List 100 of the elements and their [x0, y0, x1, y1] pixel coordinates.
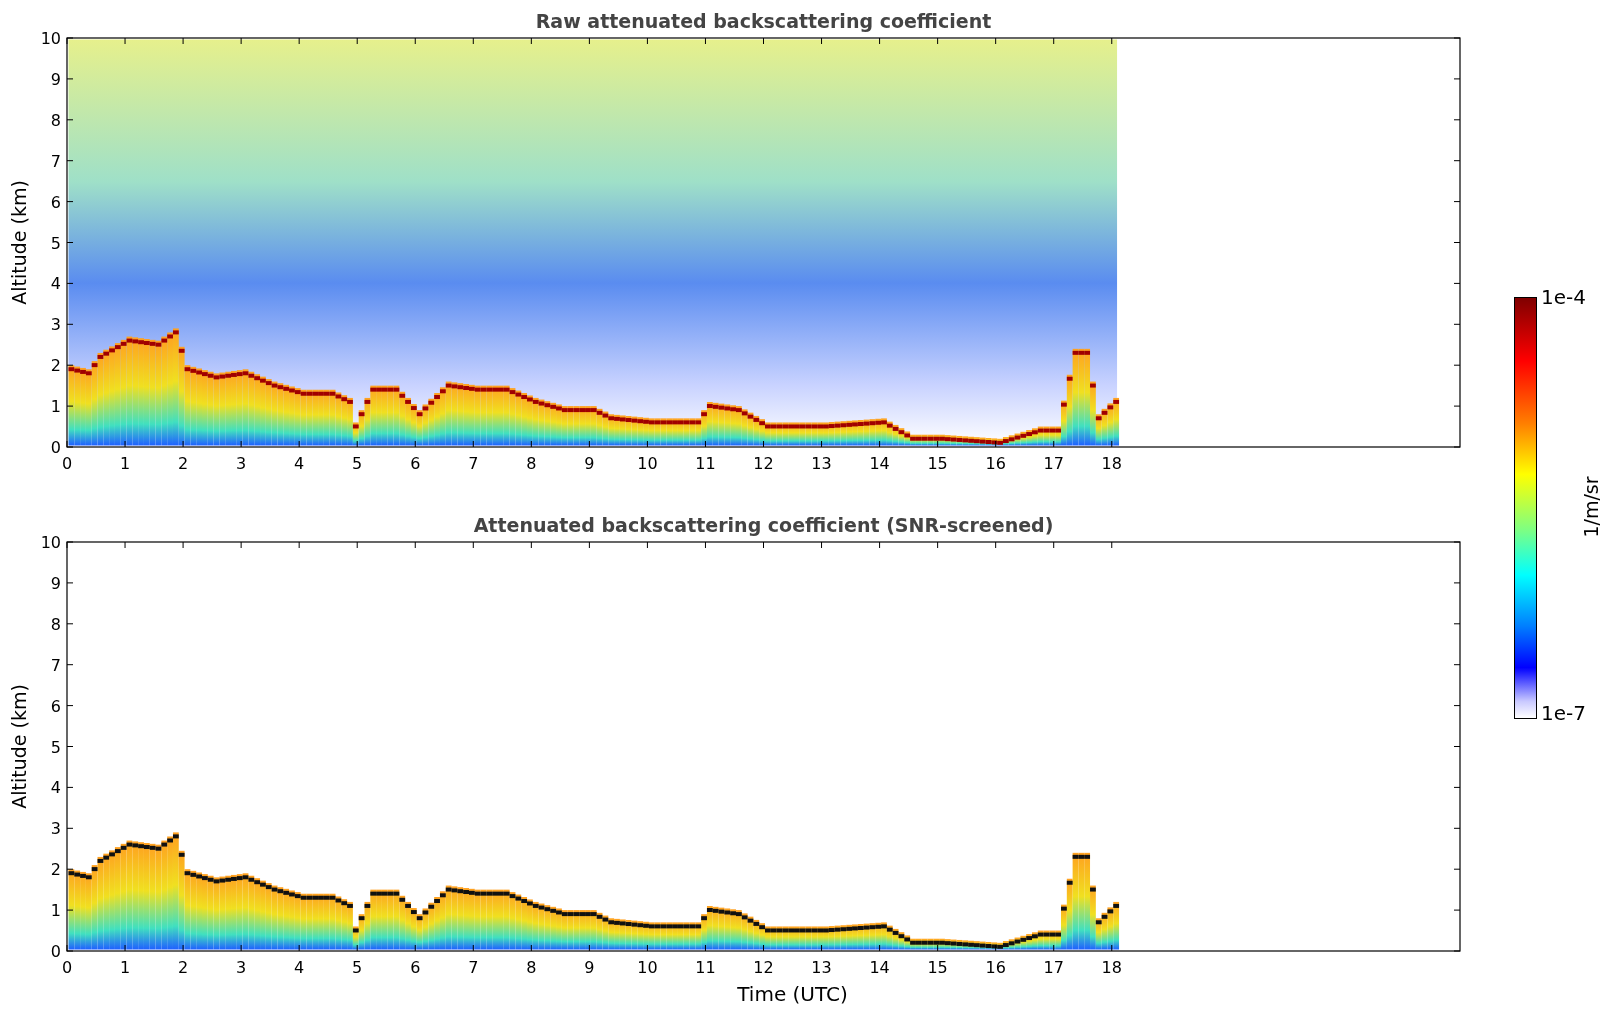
y-tick-label: 10: [40, 29, 61, 48]
y-tick-mark: [1453, 705, 1461, 707]
y-tick-mark: [66, 786, 74, 788]
y-tick-label: 10: [40, 533, 61, 552]
y-tick-mark: [1453, 786, 1461, 788]
y-tick-label: 8: [50, 110, 61, 130]
y-tick-mark: [1453, 623, 1461, 625]
x-tick-label: 10: [637, 454, 658, 473]
x-tick-mark: [182, 944, 184, 952]
x-tick-mark: [414, 541, 416, 549]
x-tick-mark: [995, 541, 997, 549]
colorbar-max-label: 1e-4: [1541, 285, 1586, 309]
chart-title: Attenuated backscattering coefficient (SNR-screened): [473, 514, 1054, 538]
x-tick-label: 12: [753, 454, 774, 473]
x-tick-label: 10: [637, 958, 658, 977]
y-tick-label: 9: [50, 573, 61, 593]
x-tick-label: 6: [410, 454, 421, 473]
y-tick-mark: [1453, 950, 1461, 952]
x-tick-mark: [821, 944, 823, 952]
x-tick-label: 6: [410, 958, 421, 977]
y-tick-label: 4: [50, 274, 61, 294]
x-tick-label: 4: [294, 454, 305, 473]
y-tick-label: 9: [50, 69, 61, 89]
y-tick-mark: [1453, 746, 1461, 747]
x-tick-mark: [240, 944, 242, 952]
x-tick-label: 17: [1043, 454, 1064, 473]
x-tick-mark: [704, 541, 706, 549]
y-tick-label: 6: [50, 192, 61, 212]
x-tick-label: 3: [236, 454, 247, 473]
x-tick-mark: [530, 541, 532, 549]
x-tick-mark: [298, 944, 300, 952]
x-tick-mark: [879, 541, 881, 549]
x-tick-label: 16: [985, 958, 1006, 977]
x-tick-mark: [588, 541, 590, 549]
x-tick-label: 0: [61, 454, 73, 473]
x-tick-label: 15: [927, 958, 948, 977]
colorbar-label: 1/m/sr: [1579, 476, 1602, 538]
x-tick-label: 8: [526, 454, 537, 473]
x-tick-label: 13: [811, 454, 832, 473]
y-tick-mark: [66, 746, 74, 747]
y-tick-mark: [1453, 909, 1461, 911]
x-tick-label: 15: [927, 454, 948, 473]
x-tick-label: 1: [119, 454, 131, 473]
x-tick-label: 8: [526, 958, 537, 977]
y-tick-mark: [66, 541, 74, 543]
y-tick-mark: [66, 582, 74, 584]
y-tick-label: 7: [50, 655, 61, 675]
y-tick-label: 3: [50, 819, 61, 839]
x-tick-label: 5: [352, 454, 363, 473]
y-tick-label: 5: [50, 233, 61, 253]
x-tick-label: 7: [468, 454, 479, 473]
x-tick-mark: [298, 541, 300, 549]
x-tick-label: 1: [119, 958, 131, 977]
x-tick-mark: [124, 541, 126, 549]
x-tick-label: 5: [352, 958, 363, 977]
y-axis-label: Altitude (km): [8, 180, 30, 305]
x-tick-mark: [356, 944, 358, 952]
y-axis-label: Altitude (km): [8, 684, 30, 809]
x-tick-mark: [182, 541, 184, 549]
x-tick-label: 18: [1101, 958, 1122, 977]
y-tick-mark: [1453, 541, 1461, 543]
x-tick-mark: [646, 541, 648, 549]
y-tick-mark: [1453, 664, 1461, 666]
x-tick-mark: [1053, 944, 1055, 952]
y-tick-label: 2: [50, 860, 61, 880]
x-tick-mark: [937, 541, 939, 549]
x-tick-label: 16: [985, 454, 1006, 473]
x-tick-mark: [646, 944, 648, 952]
y-tick-mark: [66, 868, 74, 870]
x-tick-label: 11: [695, 454, 716, 473]
y-tick-label: 4: [50, 778, 61, 798]
y-tick-label: 0: [50, 438, 61, 457]
y-tick-mark: [66, 827, 74, 829]
x-tick-label: 12: [753, 958, 774, 977]
x-tick-mark: [530, 944, 532, 952]
x-tick-label: 18: [1101, 454, 1122, 473]
x-tick-mark: [937, 944, 939, 952]
y-tick-mark: [66, 623, 74, 625]
x-tick-mark: [356, 541, 358, 549]
x-tick-label: 14: [869, 454, 890, 473]
x-tick-mark: [472, 944, 474, 952]
colorbar-min-label: 1e-7: [1541, 701, 1586, 725]
x-tick-mark: [879, 944, 881, 952]
x-tick-label: 11: [695, 958, 716, 977]
x-tick-mark: [1053, 541, 1055, 549]
x-tick-mark: [821, 541, 823, 549]
x-tick-label: 13: [811, 958, 832, 977]
x-tick-label: 0: [61, 958, 73, 977]
x-tick-mark: [66, 944, 68, 952]
y-tick-label: 0: [50, 942, 61, 961]
y-tick-mark: [1453, 582, 1461, 584]
x-tick-label: 17: [1043, 958, 1064, 977]
x-tick-mark: [995, 944, 997, 952]
y-tick-label: 7: [50, 151, 61, 171]
y-tick-mark: [66, 950, 74, 952]
y-tick-label: 1: [50, 901, 61, 921]
x-tick-mark: [472, 541, 474, 549]
x-axis-label: Time (UTC): [737, 982, 848, 1006]
x-tick-label: 2: [178, 454, 189, 473]
y-tick-label: 8: [50, 614, 61, 634]
